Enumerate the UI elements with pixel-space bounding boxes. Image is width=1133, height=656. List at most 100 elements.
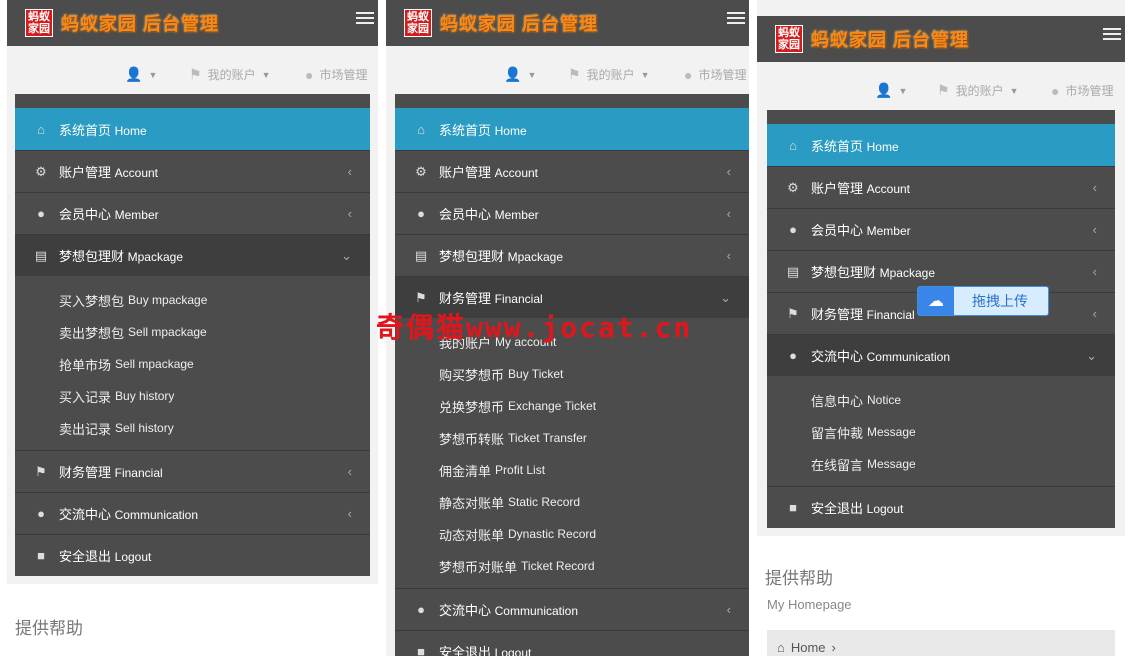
top-toolbar: 👤 ▼ ⚑ 我的账户 ▼ ● 市场管理 [757, 62, 1125, 110]
submenu-item[interactable]: 留言仲裁 Message [767, 416, 1115, 448]
submenu-item[interactable]: 佣金清单 Profit List [395, 454, 749, 486]
submenu-item[interactable]: 静态对账单 Static Record [395, 486, 749, 518]
market-link[interactable]: ● 市场管理 [1051, 82, 1113, 99]
sub-label-en: Message [867, 457, 916, 471]
submenu-item[interactable]: 梦想币转账 Ticket Transfer [395, 422, 749, 454]
globe-icon: ● [684, 66, 693, 83]
home-icon: ⌂ [777, 639, 785, 655]
submenu-item[interactable]: 梦想币对账单 Ticket Record [395, 550, 749, 582]
header: 蚂蚁 家园 蚂蚁家园 后台管理 [386, 0, 749, 46]
hamburger-menu-icon[interactable] [356, 12, 374, 28]
submenu-item[interactable]: 买入记录 Buy history [15, 380, 370, 412]
sub-label-en: Buy mpackage [128, 293, 208, 307]
nav-item-member[interactable]: ● 会员中心 Member ‹ [767, 208, 1115, 250]
nav-label-en: Financial [866, 308, 915, 322]
tag-icon: ⚑ [937, 82, 950, 98]
sub-label: 静态对账单 [439, 495, 505, 511]
nav-item-logout[interactable]: ■ 安全退出 Logout [767, 486, 1115, 528]
nav-label: 会员中心 [59, 207, 112, 222]
nav-label: 财务管理 [439, 291, 492, 306]
nav-item-mpackage[interactable]: ▤ 梦想包理财 Mpackage ‹ [395, 234, 749, 276]
hamburger-menu-icon[interactable] [727, 12, 745, 28]
submenu-item[interactable]: 购买梦想币 Buy Ticket [395, 358, 749, 390]
submenu-item[interactable]: 抢单市场 Sell mpackage [15, 348, 370, 380]
breadcrumb-home[interactable]: Home [791, 640, 826, 655]
chevron-left-icon: ‹ [1092, 222, 1097, 237]
account-dropdown[interactable]: ⚑ 我的账户 ▼ [189, 66, 271, 83]
market-link[interactable]: ● 市场管理 [305, 66, 367, 83]
nav-item-logout[interactable]: ■ 安全退出 Logout [395, 630, 749, 656]
nav-label: 账户管理 [811, 181, 864, 196]
nav-item-communication[interactable]: ● 交流中心 Communication ‹ [395, 588, 749, 630]
nav-item-home[interactable]: ⌂ 系统首页 Home [395, 108, 749, 150]
chevron-left-icon: ‹ [347, 164, 352, 179]
chevron-left-icon: ‹ [347, 464, 352, 479]
user-dropdown[interactable]: 👤 ▼ [504, 66, 536, 83]
mpackage-submenu: 买入梦想包 Buy mpackage 卖出梦想包 Sell mpackage 抢单市… [15, 276, 370, 450]
sub-label-en: Static Record [508, 495, 581, 509]
account-label: 我的账户 [207, 68, 256, 82]
submenu-item[interactable]: 动态对账单 Dynastic Record [395, 518, 749, 550]
gear-icon: ⚙ [415, 163, 427, 179]
market-link[interactable]: ● 市场管理 [684, 66, 746, 83]
user-icon: 👤 [875, 82, 893, 98]
submenu-item[interactable]: 信息中心 Notice [767, 384, 1115, 416]
hamburger-menu-icon[interactable] [1103, 28, 1121, 44]
header: 蚂蚁 家园 蚂蚁家园 后台管理 [757, 16, 1125, 62]
sub-label: 梦想币转账 [439, 431, 505, 447]
chevron-down-icon: ⌄ [720, 289, 731, 305]
user-dropdown[interactable]: 👤 ▼ [875, 82, 907, 99]
nav-item-financial[interactable]: ⚑ 财务管理 Financial ‹ [15, 450, 370, 492]
submenu-item[interactable]: 买入梦想包 Buy mpackage [15, 284, 370, 316]
user-dropdown[interactable]: 👤 ▼ [125, 66, 157, 83]
submenu-item[interactable]: 在线留言 Message [767, 448, 1115, 480]
help-title: 提供帮助 [15, 619, 83, 638]
submenu-item[interactable]: 卖出记录 Sell history [15, 412, 370, 444]
sub-label: 留言仲裁 [811, 425, 864, 441]
nav-label-en: Communication [114, 508, 199, 522]
nav-item-mpackage[interactable]: ▤ 梦想包理财 Mpackage ⌄ [15, 234, 370, 276]
nav-label: 系统首页 [439, 122, 492, 138]
nav-label-en: Financial [494, 292, 543, 306]
nav-item-member[interactable]: ● 会员中心 Member ‹ [395, 192, 749, 234]
account-dropdown[interactable]: ⚑ 我的账户 ▼ [937, 82, 1019, 99]
chevron-left-icon: ‹ [347, 206, 352, 221]
sub-label-en: Notice [867, 393, 902, 407]
lock-icon: ■ [37, 548, 45, 563]
nav-item-home[interactable]: ⌂ 系统首页 Home [767, 124, 1115, 166]
submenu-item[interactable]: 卖出梦想包 Sell mpackage [15, 316, 370, 348]
nav-item-member[interactable]: ● 会员中心 Member ‹ [15, 192, 370, 234]
sub-label: 信息中心 [811, 393, 864, 409]
sub-label-en: Sell mpackage [128, 325, 207, 339]
cart-icon: ▤ [34, 247, 48, 263]
user-icon: 👤 [125, 66, 143, 82]
brand-logo: 蚂蚁 家园 [404, 9, 432, 37]
account-dropdown[interactable]: ⚑ 我的账户 ▼ [568, 66, 650, 83]
nav-item-account[interactable]: ⚙ 账户管理 Account ‹ [15, 150, 370, 192]
nav-item-account[interactable]: ⚙ 账户管理 Account ‹ [395, 150, 749, 192]
sub-label-en: Buy Ticket [508, 367, 564, 381]
nav-item-communication[interactable]: ● 交流中心 Communication ⌄ [767, 334, 1115, 376]
brand-badge-line1: 蚂蚁 [407, 11, 429, 23]
tag-icon: ⚑ [568, 66, 581, 82]
sub-label: 兑换梦想币 [439, 399, 505, 415]
chevron-down-icon: ▼ [148, 69, 158, 80]
chevron-left-icon: ‹ [1092, 306, 1097, 321]
nav-item-logout[interactable]: ■ 安全退出 Logout [15, 534, 370, 576]
nav-label-en: Member [494, 208, 539, 222]
nav-item-home[interactable]: ⌂ 系统首页 Home [15, 108, 370, 150]
sub-label: 梦想币对账单 [439, 559, 518, 575]
submenu-item[interactable]: 兑换梦想币 Exchange Ticket [395, 390, 749, 422]
sub-label: 佣金清单 [439, 463, 492, 479]
chevron-down-icon: ▼ [1009, 85, 1019, 96]
globe-icon: ● [305, 66, 314, 83]
nav-label: 安全退出 [59, 549, 112, 564]
lock-icon: ■ [789, 500, 797, 515]
nav-label-en: Account [866, 182, 910, 196]
nav-item-communication[interactable]: ● 交流中心 Communication ‹ [15, 492, 370, 534]
nav-label: 账户管理 [59, 165, 112, 180]
drag-upload-badge[interactable]: ☁ 拖拽上传 [917, 286, 1049, 316]
sub-label: 买入记录 [59, 389, 112, 405]
nav-label: 安全退出 [811, 501, 864, 516]
nav-item-account[interactable]: ⚙ 账户管理 Account ‹ [767, 166, 1115, 208]
